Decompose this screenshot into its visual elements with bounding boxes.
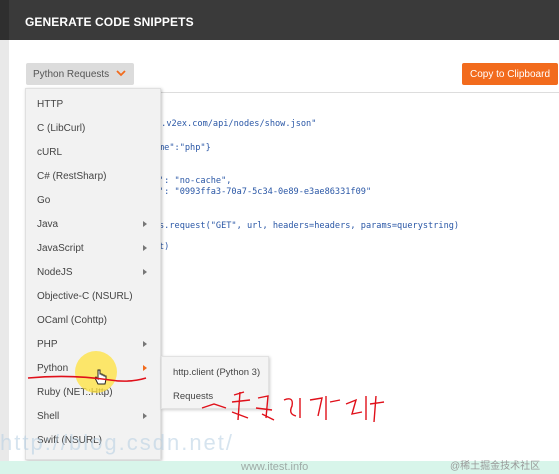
code-line: ': "no-cache", xyxy=(159,176,232,186)
menu-item-label: PHP xyxy=(37,338,58,350)
menu-item-label: C# (RestSharp) xyxy=(37,170,107,182)
submenu-arrow-icon xyxy=(143,365,147,371)
code-line: s.v2ex.com/api/nodes/show.json" xyxy=(156,119,317,129)
python-submenu: http.client (Python 3) Requests xyxy=(161,356,269,409)
watermark-corner: @稀土掘金技术社区 xyxy=(450,461,541,472)
submenu-item-requests[interactable]: Requests xyxy=(162,384,268,408)
menu-item-label: OCaml (Cohttp) xyxy=(37,314,108,326)
menu-item-shell[interactable]: Shell xyxy=(26,404,160,428)
menu-item-objective-c[interactable]: Objective-C (NSURL) xyxy=(26,284,160,308)
menu-item-label: HTTP xyxy=(37,98,64,110)
menu-item-label: Objective-C (NSURL) xyxy=(37,290,133,302)
submenu-item-label: Requests xyxy=(173,390,214,402)
code-line: s.request("GET", url, headers=headers, p… xyxy=(159,221,460,231)
language-dropdown-menu: HTTP C (LibCurl) cURL C# (RestSharp) Go … xyxy=(25,88,161,460)
watermark-site: www.itest.info xyxy=(241,461,309,473)
menu-item-label: NodeJS xyxy=(37,266,73,278)
menu-item-csharp[interactable]: C# (RestSharp) xyxy=(26,164,160,188)
code-line: ': "0993ffa3-70a7-5c34-0e89-e3ae86331f09… xyxy=(159,187,372,197)
menu-item-ocaml[interactable]: OCaml (Cohttp) xyxy=(26,308,160,332)
submenu-arrow-icon xyxy=(143,221,147,227)
menu-item-http[interactable]: HTTP xyxy=(26,92,160,116)
background-panel xyxy=(0,40,9,474)
menu-item-label: Python xyxy=(37,362,69,374)
menu-item-c-libcurl[interactable]: C (LibCurl) xyxy=(26,116,160,140)
menu-item-label: JavaScript xyxy=(37,242,84,254)
submenu-arrow-icon xyxy=(143,269,147,275)
chevron-down-icon xyxy=(116,70,126,77)
menu-item-label: Java xyxy=(37,218,59,230)
menu-item-label: C (LibCurl) xyxy=(37,122,86,134)
hand-cursor-icon xyxy=(94,369,107,385)
copy-to-clipboard-button[interactable]: Copy to Clipboard xyxy=(462,63,558,85)
menu-item-curl[interactable]: cURL xyxy=(26,140,160,164)
language-select-value: Python Requests xyxy=(33,68,110,80)
menu-item-label: Go xyxy=(37,194,51,206)
submenu-arrow-icon xyxy=(143,245,147,251)
menu-item-label: Shell xyxy=(37,410,60,422)
modal-title: GENERATE CODE SNIPPETS xyxy=(25,15,194,29)
watermark-text: http://blog.csdn.net/ xyxy=(0,430,235,455)
menu-item-javascript[interactable]: JavaScript xyxy=(26,236,160,260)
menu-item-go[interactable]: Go xyxy=(26,188,160,212)
modal-header: GENERATE CODE SNIPPETS xyxy=(9,0,559,40)
code-line: me":"php"} xyxy=(159,143,211,153)
menu-item-nodejs[interactable]: NodeJS xyxy=(26,260,160,284)
language-select[interactable]: Python Requests xyxy=(26,63,134,85)
menu-item-label: cURL xyxy=(37,146,63,158)
submenu-item-label: http.client (Python 3) xyxy=(173,366,261,378)
submenu-item-http-client[interactable]: http.client (Python 3) xyxy=(162,360,268,384)
submenu-arrow-icon xyxy=(143,413,147,419)
submenu-arrow-icon xyxy=(143,341,147,347)
menu-item-java[interactable]: Java xyxy=(26,212,160,236)
